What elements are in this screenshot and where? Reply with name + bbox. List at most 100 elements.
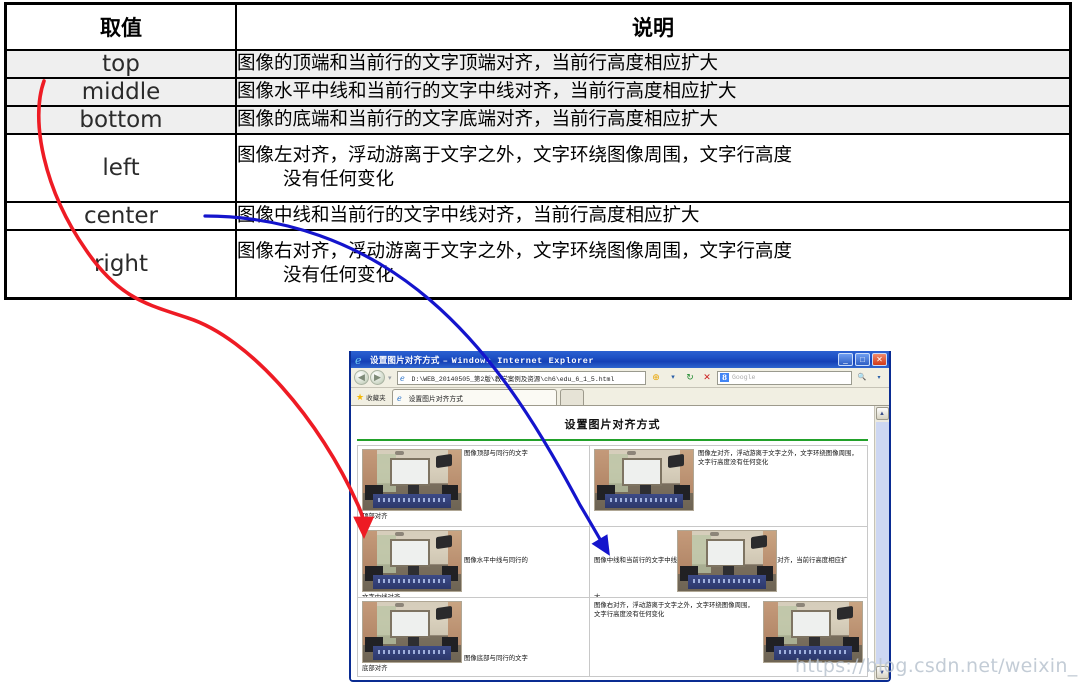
demo-cell-middle: 图像水平中线与同行的 文字中线对齐 [358, 527, 590, 597]
demo-cell-left: 图像左对齐，浮动游离于文字之外，文字环绕图像周围，文字行高度没有任何变化 [590, 446, 867, 526]
demo-row: 图像顶部与同行的文字 顶部对齐 图像左对齐，浮动游离于文字之外，文字环绕图像周围… [358, 446, 867, 527]
demo-text-right: 图像右对齐，浮动游离于文字之外，文字环绕图像周围，文字行高度没有任何变化 [594, 601, 754, 619]
desc-line-1: 图像的底端和当前行的文字底端对齐，当前行高度相应扩大 [237, 108, 719, 130]
top-align-line: 图像顶部与同行的文字 [362, 449, 585, 511]
minimize-button[interactable]: _ [838, 353, 853, 366]
classroom-photo [594, 449, 694, 511]
green-divider [357, 439, 868, 441]
demo-row: 图像水平中线与同行的 文字中线对齐 图像中线和当前行的文字中线 对齐，当前行高度… [358, 527, 867, 598]
classroom-photo [677, 530, 778, 592]
classroom-photo [362, 530, 462, 592]
favorites-button[interactable]: ★ 收藏夹 [354, 390, 390, 404]
table-row: bottom 图像的底端和当前行的文字底端对齐，当前行高度相应扩大 [4, 105, 1072, 135]
tab-bar: ★ 收藏夹 e 设置图片对齐方式 [351, 388, 889, 406]
demo-text-middle: 图像水平中线与同行的 [464, 556, 528, 565]
row-desc-bottom: 图像的底端和当前行的文字底端对齐，当前行高度相应扩大 [235, 105, 1072, 135]
address-url-text: D:\WEB_20140505_第2版\教学案例及资源\ch6\edu_6_1_… [411, 375, 615, 383]
row-value-bottom: bottom [4, 105, 237, 135]
table-row: left 图像左对齐，浮动游离于文字之外，文字环绕图像周围，文字行高度 没有任何… [4, 132, 1072, 204]
classroom-photo [362, 449, 462, 511]
internet-explorer-icon: e [355, 354, 367, 366]
search-chevron-down-icon[interactable]: ▾ [872, 371, 886, 385]
desc-line-1: 图像右对齐，浮动游离于文字之外，文字环绕图像周围，文字行高度 [237, 241, 793, 263]
internet-explorer-window: e 设置图片对齐方式 – Windows Internet Explorer _… [349, 351, 891, 682]
table-row: top 图像的顶端和当前行的文字顶端对齐，当前行高度相应扩大 [4, 49, 1072, 79]
row-value-top: top [4, 49, 237, 79]
search-icon[interactable]: 🔍 [855, 371, 869, 385]
demo-cell-bottom: 图像底部与同行的文字 底部对齐 [358, 598, 590, 676]
desc-line-1: 图像的顶端和当前行的文字顶端对齐，当前行高度相应扩大 [237, 52, 719, 74]
header-cell-value: 取值 [4, 2, 237, 51]
row-desc-left: 图像左对齐，浮动游离于文字之外，文字环绕图像周围，文字行高度 没有任何变化 [235, 132, 1072, 204]
table-row: middle 图像水平中线和当前行的文字中线对齐，当前行高度相应扩大 [4, 77, 1072, 107]
bottom-align-line: 图像底部与同行的文字 [362, 601, 585, 663]
demo-caption-top: 顶部对齐 [362, 512, 388, 520]
row-desc-center: 图像中线和当前行的文字中线对齐，当前行高度相应扩大 [235, 201, 1072, 232]
demo-text-left: 图像左对齐，浮动游离于文字之外，文字环绕图像周围，文字行高度没有任何变化 [698, 449, 858, 467]
navigation-toolbar: ◀ ▶ ▾ e D:\WEB_20140505_第2版\教学案例及资源\ch6\… [351, 368, 889, 388]
nav-arrow-group: ◀ ▶ ▾ [354, 370, 394, 385]
table-row: right 图像右对齐，浮动游离于文字之外，文字环绕图像周围，文字行高度 没有任… [4, 229, 1072, 300]
window-titlebar[interactable]: e 设置图片对齐方式 – Windows Internet Explorer _… [351, 351, 889, 368]
vertical-scrollbar[interactable]: ▲ ▼ [874, 406, 889, 680]
scroll-track[interactable] [875, 422, 889, 664]
demo-grid: 图像顶部与同行的文字 顶部对齐 图像左对齐，浮动游离于文字之外，文字环绕图像周围… [357, 445, 868, 677]
desc-line-2: 没有任何变化 [283, 265, 395, 287]
compat-chevron-down-icon[interactable]: ▾ [666, 371, 680, 385]
new-tab-button[interactable] [559, 389, 584, 405]
page-icon: e [400, 373, 409, 382]
forward-arrow-icon[interactable]: ▶ [370, 370, 385, 385]
demo-cell-top: 图像顶部与同行的文字 顶部对齐 [358, 446, 590, 526]
row-value-left: left [4, 132, 237, 204]
center-align-line: 图像中线和当前行的文字中线 对齐，当前行高度相应扩 [594, 530, 863, 592]
desc-line-1: 图像中线和当前行的文字中线对齐，当前行高度相应扩大 [237, 205, 700, 227]
tab-active[interactable]: e 设置图片对齐方式 [391, 389, 557, 407]
tab-favicon-icon: e [397, 389, 406, 407]
row-value-middle: middle [4, 77, 237, 107]
browser-viewport: 设置图片对齐方式 图像顶部与同行的文字 顶部对齐 图像左对齐，浮动游离于文字之外… [351, 406, 889, 680]
row-desc-right: 图像右对齐，浮动游离于文字之外，文字环绕图像周围，文字行高度 没有任何变化 [235, 229, 1072, 300]
close-button[interactable]: ✕ [872, 353, 887, 366]
search-input[interactable]: 8 Google [717, 370, 852, 385]
row-desc-middle: 图像水平中线和当前行的文字中线对齐，当前行高度相应扩大 [235, 77, 1072, 107]
demo-text-bottom: 图像底部与同行的文字 [464, 653, 528, 662]
demo-text-top: 图像顶部与同行的文字 [464, 449, 528, 457]
classroom-photo [763, 601, 863, 663]
middle-align-line: 图像水平中线与同行的 [362, 530, 585, 592]
favorites-label: 收藏夹 [366, 394, 386, 402]
page-heading: 设置图片对齐方式 [564, 418, 661, 431]
row-value-center: center [4, 201, 237, 232]
star-icon: ★ [356, 391, 365, 402]
demo-row: 图像底部与同行的文字 底部对齐 图像右对齐，浮动游离于文字之外，文字环绕图像周围… [358, 598, 867, 677]
demo-cell-center: 图像中线和当前行的文字中线 对齐，当前行高度相应扩 大 [590, 527, 867, 597]
maximize-button[interactable]: □ [855, 353, 870, 366]
desc-line-1: 图像左对齐，浮动游离于文字之外，文字环绕图像周围，文字行高度 [237, 145, 793, 166]
search-placeholder: Google [732, 374, 756, 381]
table-header-row: 取值 说明 [4, 2, 1072, 51]
svg-text:e: e [355, 354, 362, 366]
svg-text:e: e [397, 394, 402, 402]
desc-line-2: 没有任何变化 [283, 169, 395, 191]
table-row: center 图像中线和当前行的文字中线对齐，当前行高度相应扩大 [4, 201, 1072, 232]
header-cell-description: 说明 [235, 2, 1072, 51]
refresh-icon[interactable]: ↻ [683, 371, 697, 385]
demo-text-center-b: 对齐，当前行高度相应扩 [777, 556, 848, 565]
google-badge-icon: 8 [720, 373, 729, 382]
address-bar[interactable]: e D:\WEB_20140505_第2版\教学案例及资源\ch6\edu_6_… [396, 370, 646, 385]
row-desc-top: 图像的顶端和当前行的文字顶端对齐，当前行高度相应扩大 [235, 49, 1072, 79]
row-value-right: right [4, 229, 237, 300]
window-title: 设置图片对齐方式 – Windows Internet Explorer [370, 355, 595, 366]
demo-caption-middle: 文字中线对齐 [362, 593, 401, 597]
demo-caption-bottom: 底部对齐 [362, 664, 388, 672]
tab-label: 设置图片对齐方式 [408, 394, 463, 403]
page-content: 设置图片对齐方式 图像顶部与同行的文字 顶部对齐 图像左对齐，浮动游离于文字之外… [351, 406, 874, 680]
scroll-up-button[interactable]: ▲ [875, 407, 889, 420]
svg-text:e: e [400, 374, 405, 382]
desc-line-1: 图像水平中线和当前行的文字中线对齐，当前行高度相应扩大 [237, 80, 737, 102]
watermark-text: https://blog.csdn.net/weixin_46273248 [795, 655, 1078, 677]
back-arrow-icon[interactable]: ◀ [354, 370, 369, 385]
history-chevron-down-icon[interactable]: ▾ [386, 374, 394, 382]
stop-icon[interactable]: ✕ [700, 371, 714, 385]
compatibility-view-icon[interactable]: ⊕ [649, 371, 663, 385]
demo-text-center-a: 图像中线和当前行的文字中线 [594, 556, 678, 565]
